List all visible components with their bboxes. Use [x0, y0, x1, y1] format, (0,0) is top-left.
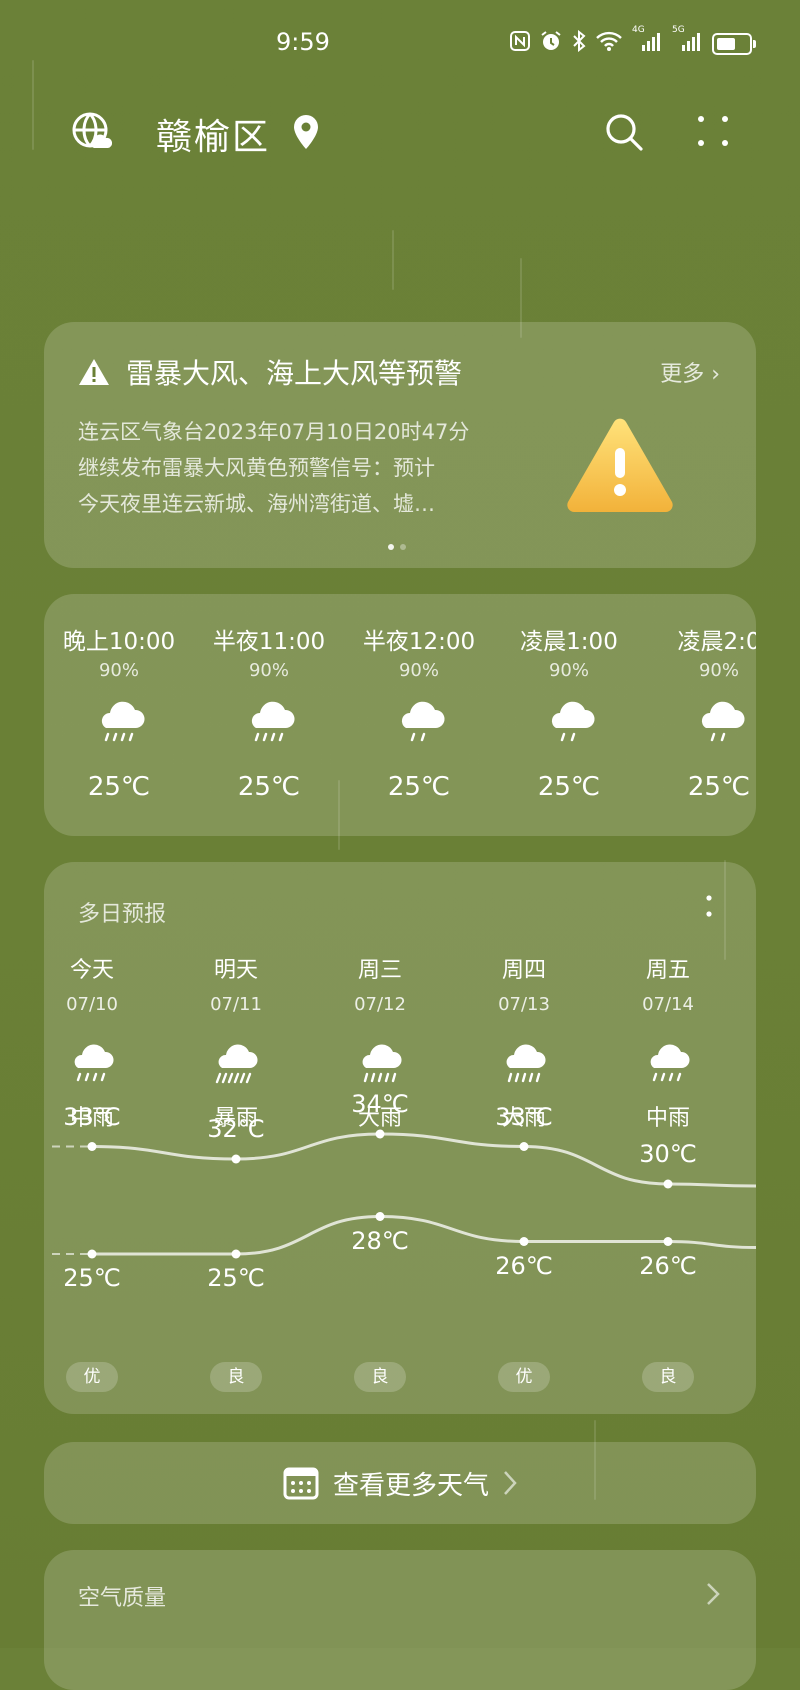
day-date: 07/10: [66, 994, 118, 1015]
battery-icon: [712, 32, 756, 55]
hourly-forecast-card[interactable]: 晚上10:00 90% 25℃ 半夜11:00 90% 25℃ 半夜12:00 …: [44, 594, 756, 836]
low-temp-label: 26℃: [639, 1251, 697, 1280]
page-dot: [400, 544, 406, 550]
weather-alert-card[interactable]: 雷暴大风、海上大风等预警 更多 › 连云区气象台2023年07月10日20时47…: [44, 322, 756, 568]
light-rain-icon: [94, 698, 146, 746]
chevron-right-icon: [504, 1471, 517, 1495]
drizzle-icon: [544, 698, 596, 746]
low-temp-point: [519, 1237, 529, 1246]
day-date: 07/13: [498, 994, 550, 1015]
high-temp-point: [87, 1142, 97, 1151]
page-dot-active: [388, 544, 394, 550]
low-temp-point: [231, 1249, 241, 1259]
light-rain-icon: [244, 698, 296, 746]
day-name: 今天: [69, 958, 114, 983]
hour-time: 凌晨2:0: [677, 629, 756, 655]
more-weather-label: 查看更多天气: [332, 1470, 489, 1501]
day-condition: 中雨: [645, 1106, 690, 1131]
rainstorm-icon: [212, 1040, 260, 1086]
hour-temp: 25℃: [87, 772, 151, 802]
hour-temp: 25℃: [687, 772, 751, 802]
heavy-rain-icon: [356, 1040, 404, 1086]
low-temp-label: 28℃: [351, 1226, 409, 1255]
bluetooth-icon: [572, 29, 586, 57]
high-temp-label: 32℃: [207, 1115, 265, 1143]
yellow-warning-icon: [564, 414, 676, 518]
day-name: 周三: [357, 958, 402, 983]
search-icon[interactable]: [604, 112, 644, 152]
cellular-signal-2-icon: 5G: [672, 25, 702, 56]
hour-precip: 90%: [98, 660, 139, 681]
hour-precip: 90%: [548, 660, 589, 681]
high-temp-label: 33℃: [63, 1102, 121, 1131]
more-weather-button[interactable]: 查看更多天气: [44, 1442, 756, 1524]
high-temp-point: [663, 1179, 673, 1189]
header: 赣榆区: [0, 100, 800, 164]
location-pin-icon: [292, 114, 320, 150]
city-name[interactable]: 赣榆区: [156, 108, 270, 160]
low-temp-point: [87, 1249, 97, 1259]
globe-weather-icon[interactable]: [72, 112, 113, 152]
hour-time: 凌晨1:00: [520, 629, 618, 655]
alert-line: 继续发布雷暴大风黄色预警信号：预计: [78, 456, 435, 480]
high-temp-point: [519, 1142, 529, 1151]
day-date: 07/14: [642, 994, 694, 1015]
alert-page-indicator: [388, 544, 406, 550]
hour-time: 半夜11:00: [212, 629, 326, 655]
hour-temp: 25℃: [537, 772, 601, 802]
day-name: 周四: [501, 958, 546, 983]
alert-line: 连云区气象台2023年07月10日20时47分: [78, 420, 470, 444]
air-quality-card[interactable]: 空气质量: [44, 1550, 756, 1690]
moderate-rain-icon: [68, 1040, 116, 1086]
chevron-right-icon: [707, 1583, 720, 1605]
low-temp-label: 25℃: [207, 1264, 265, 1292]
aqi-badge: 良: [210, 1362, 262, 1392]
hour-precip: 90%: [248, 660, 289, 681]
hour-precip: 90%: [698, 660, 739, 681]
alert-title: 雷暴大风、海上大风等预警: [126, 357, 463, 390]
status-bar: 9:59 4G 5G: [0, 0, 800, 88]
hour-time: 晚上10:00: [62, 629, 176, 655]
temperature-trend-chart: [52, 1129, 756, 1259]
hour-precip: 90%: [398, 660, 439, 681]
day-name: 周五: [645, 958, 690, 983]
alarm-icon: [540, 30, 562, 57]
moderate-rain-icon: [644, 1040, 692, 1086]
more-options-icon[interactable]: [696, 114, 730, 148]
air-quality-title: 空气质量: [78, 1586, 167, 1611]
high-temp-label: 33℃: [495, 1102, 553, 1131]
drizzle-icon: [394, 698, 446, 746]
aqi-badge: 良: [354, 1362, 406, 1392]
high-temp-label: 30℃: [639, 1140, 697, 1168]
drizzle-icon: [694, 698, 746, 746]
hour-time: 半夜12:00: [362, 629, 476, 655]
day-name: 明天: [213, 958, 258, 983]
alert-header: 雷暴大风、海上大风等预警: [78, 352, 462, 392]
low-temp-point: [663, 1237, 673, 1246]
high-temp-point: [231, 1154, 241, 1164]
low-temp-label: 26℃: [495, 1251, 553, 1280]
alert-more-link[interactable]: 更多 ›: [660, 356, 720, 388]
warning-icon: [79, 359, 109, 385]
alert-line: 今天夜里连云新城、海州湾街道、墟…: [78, 492, 435, 516]
hour-temp: 25℃: [387, 772, 451, 802]
nfc-icon: [510, 31, 530, 56]
status-icons: 4G 5G: [510, 25, 756, 57]
daily-forecast-card[interactable]: 多日预报 今天 07/10 中雨优明天 07/11 暴雨良周三 07/12 大雨良周四 07/…: [44, 862, 756, 1414]
day-date: 07/12: [354, 994, 406, 1015]
calendar-icon: [283, 1467, 319, 1500]
low-temp-label: 25℃: [63, 1264, 121, 1292]
alert-body: 连云区气象台2023年07月10日20时47分 继续发布雷暴大风黄色预警信号：预…: [78, 414, 548, 522]
high-temp-label: 34℃: [351, 1090, 409, 1118]
aqi-badge: 良: [642, 1362, 694, 1392]
cellular-signal-1-icon: 4G: [632, 25, 662, 56]
wifi-icon: [596, 31, 622, 56]
aqi-badge: 优: [498, 1362, 550, 1392]
status-time: 9:59: [276, 28, 330, 56]
heavy-rain-icon: [500, 1040, 548, 1086]
low-temp-point: [375, 1212, 385, 1221]
day-date: 07/11: [210, 994, 262, 1015]
aqi-badge: 优: [66, 1362, 118, 1392]
hour-temp: 25℃: [237, 772, 301, 802]
